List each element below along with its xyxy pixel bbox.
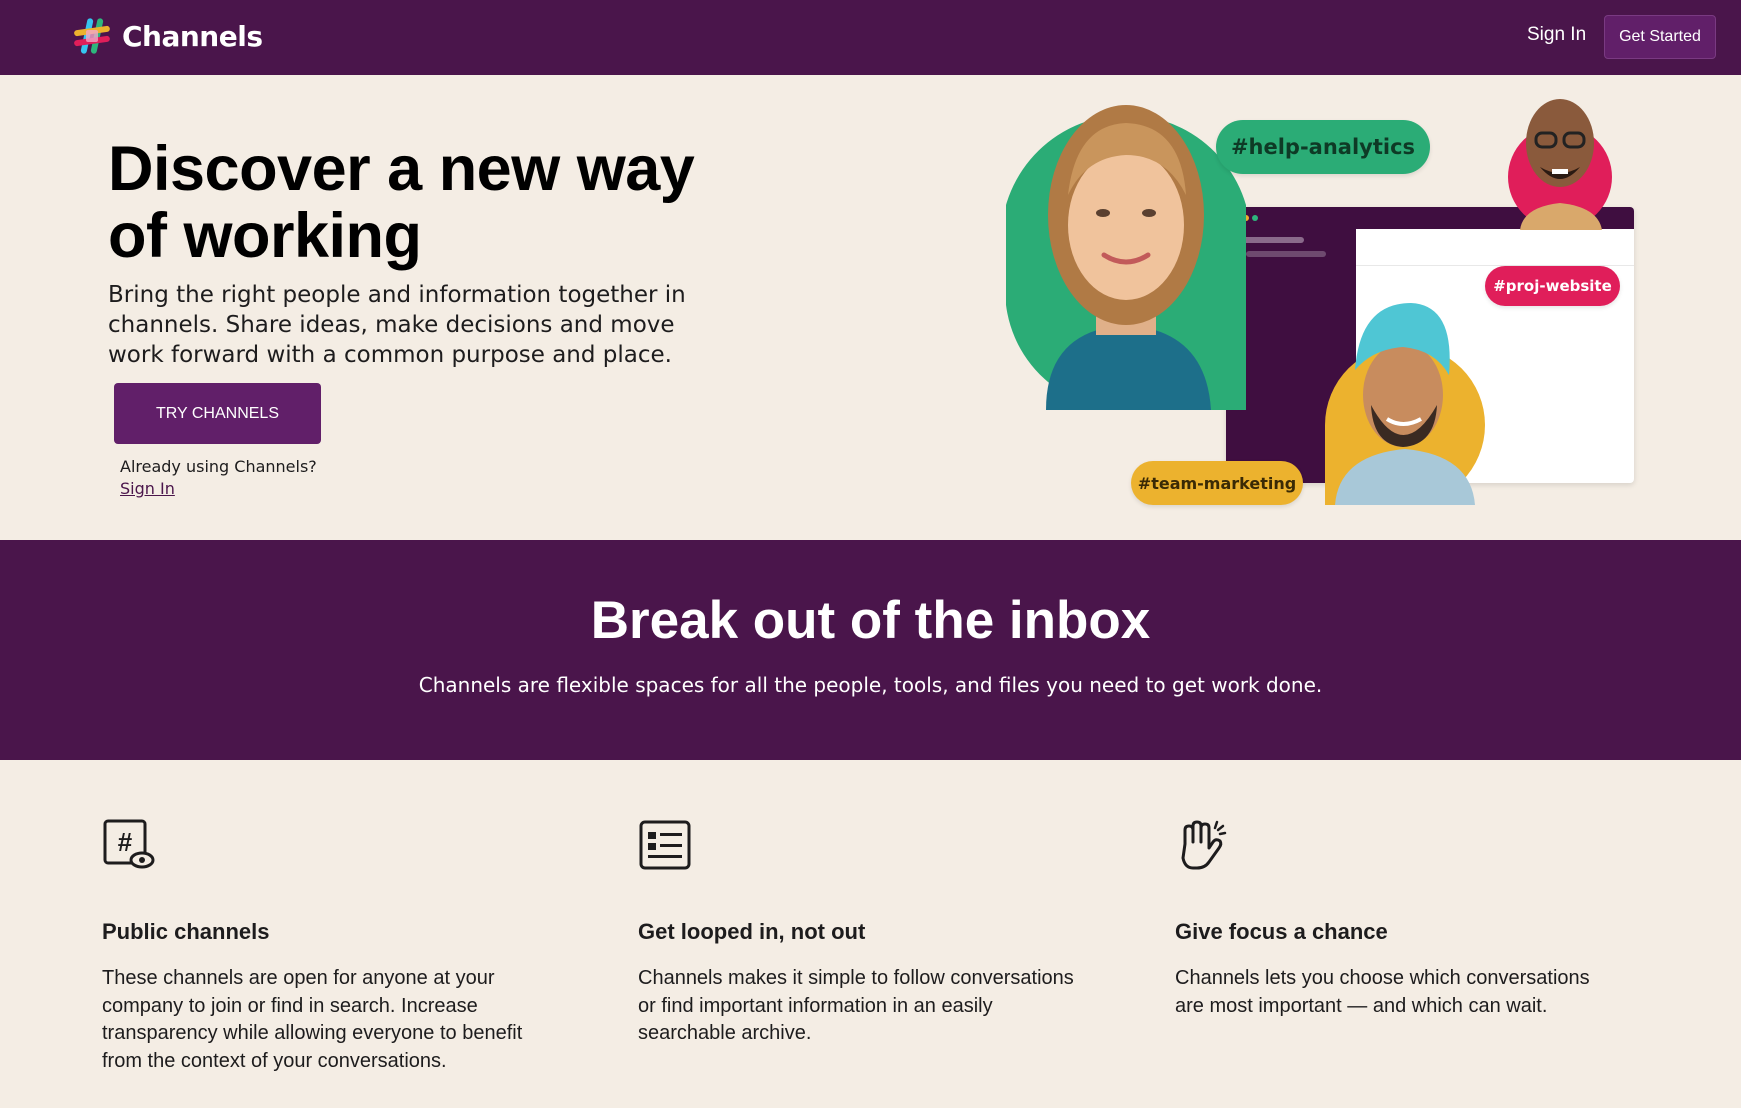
feature-public-channels: # Public channels These channels are ope… — [102, 818, 542, 1075]
get-started-button[interactable]: Get Started — [1604, 15, 1716, 59]
channel-tag-team-marketing: #team-marketing — [1131, 461, 1303, 505]
hero-subtitle: Bring the right people and information t… — [108, 282, 686, 368]
svg-text:#: # — [118, 827, 133, 857]
person-avatar-woman — [1006, 85, 1246, 410]
public-channel-icon: # — [103, 819, 155, 869]
top-navigation-bar: Channels Sign In Get Started — [0, 0, 1741, 75]
feature-give-focus: Give focus a chance Channels lets you ch… — [1175, 818, 1615, 1020]
searchable-archive-icon — [639, 820, 691, 870]
feature-body: Channels lets you choose which conversat… — [1175, 967, 1590, 1017]
feature-body: These channels are open for anyone at yo… — [102, 967, 523, 1072]
high-five-icon — [1181, 820, 1227, 870]
inbox-section-subtitle: Channels are flexible spaces for all the… — [418, 673, 1323, 697]
channel-tag-help-analytics: #help-analytics — [1216, 120, 1430, 174]
try-channels-button[interactable]: TRY CHANNELS — [114, 383, 321, 444]
hero-sign-in-link[interactable]: Sign In — [120, 479, 175, 498]
feature-title: Public channels — [102, 919, 270, 944]
person-avatar-man-turban — [1325, 295, 1485, 505]
already-using-text: Already using Channels? — [120, 457, 317, 476]
hero-title: Discover a new way of working — [108, 134, 695, 271]
feature-title: Get looped in, not out — [638, 919, 866, 944]
feature-get-looped-in: Get looped in, not out Channels makes it… — [638, 818, 1078, 1048]
channels-logo-icon — [74, 18, 110, 54]
person-avatar-man-glasses — [1498, 95, 1622, 230]
brand-logo[interactable]: Channels — [72, 16, 263, 56]
inbox-section-title: Break out of the inbox — [590, 591, 1151, 650]
hero-illustration: #help-analytics #proj-website #team-mark… — [1000, 85, 1650, 515]
channel-tag-proj-website: #proj-website — [1485, 266, 1620, 306]
header-sign-in-link[interactable]: Sign In — [1527, 24, 1586, 46]
feature-title: Give focus a chance — [1175, 919, 1388, 944]
brand-name: Channels — [122, 19, 263, 53]
feature-body: Channels makes it simple to follow conve… — [638, 967, 1074, 1044]
